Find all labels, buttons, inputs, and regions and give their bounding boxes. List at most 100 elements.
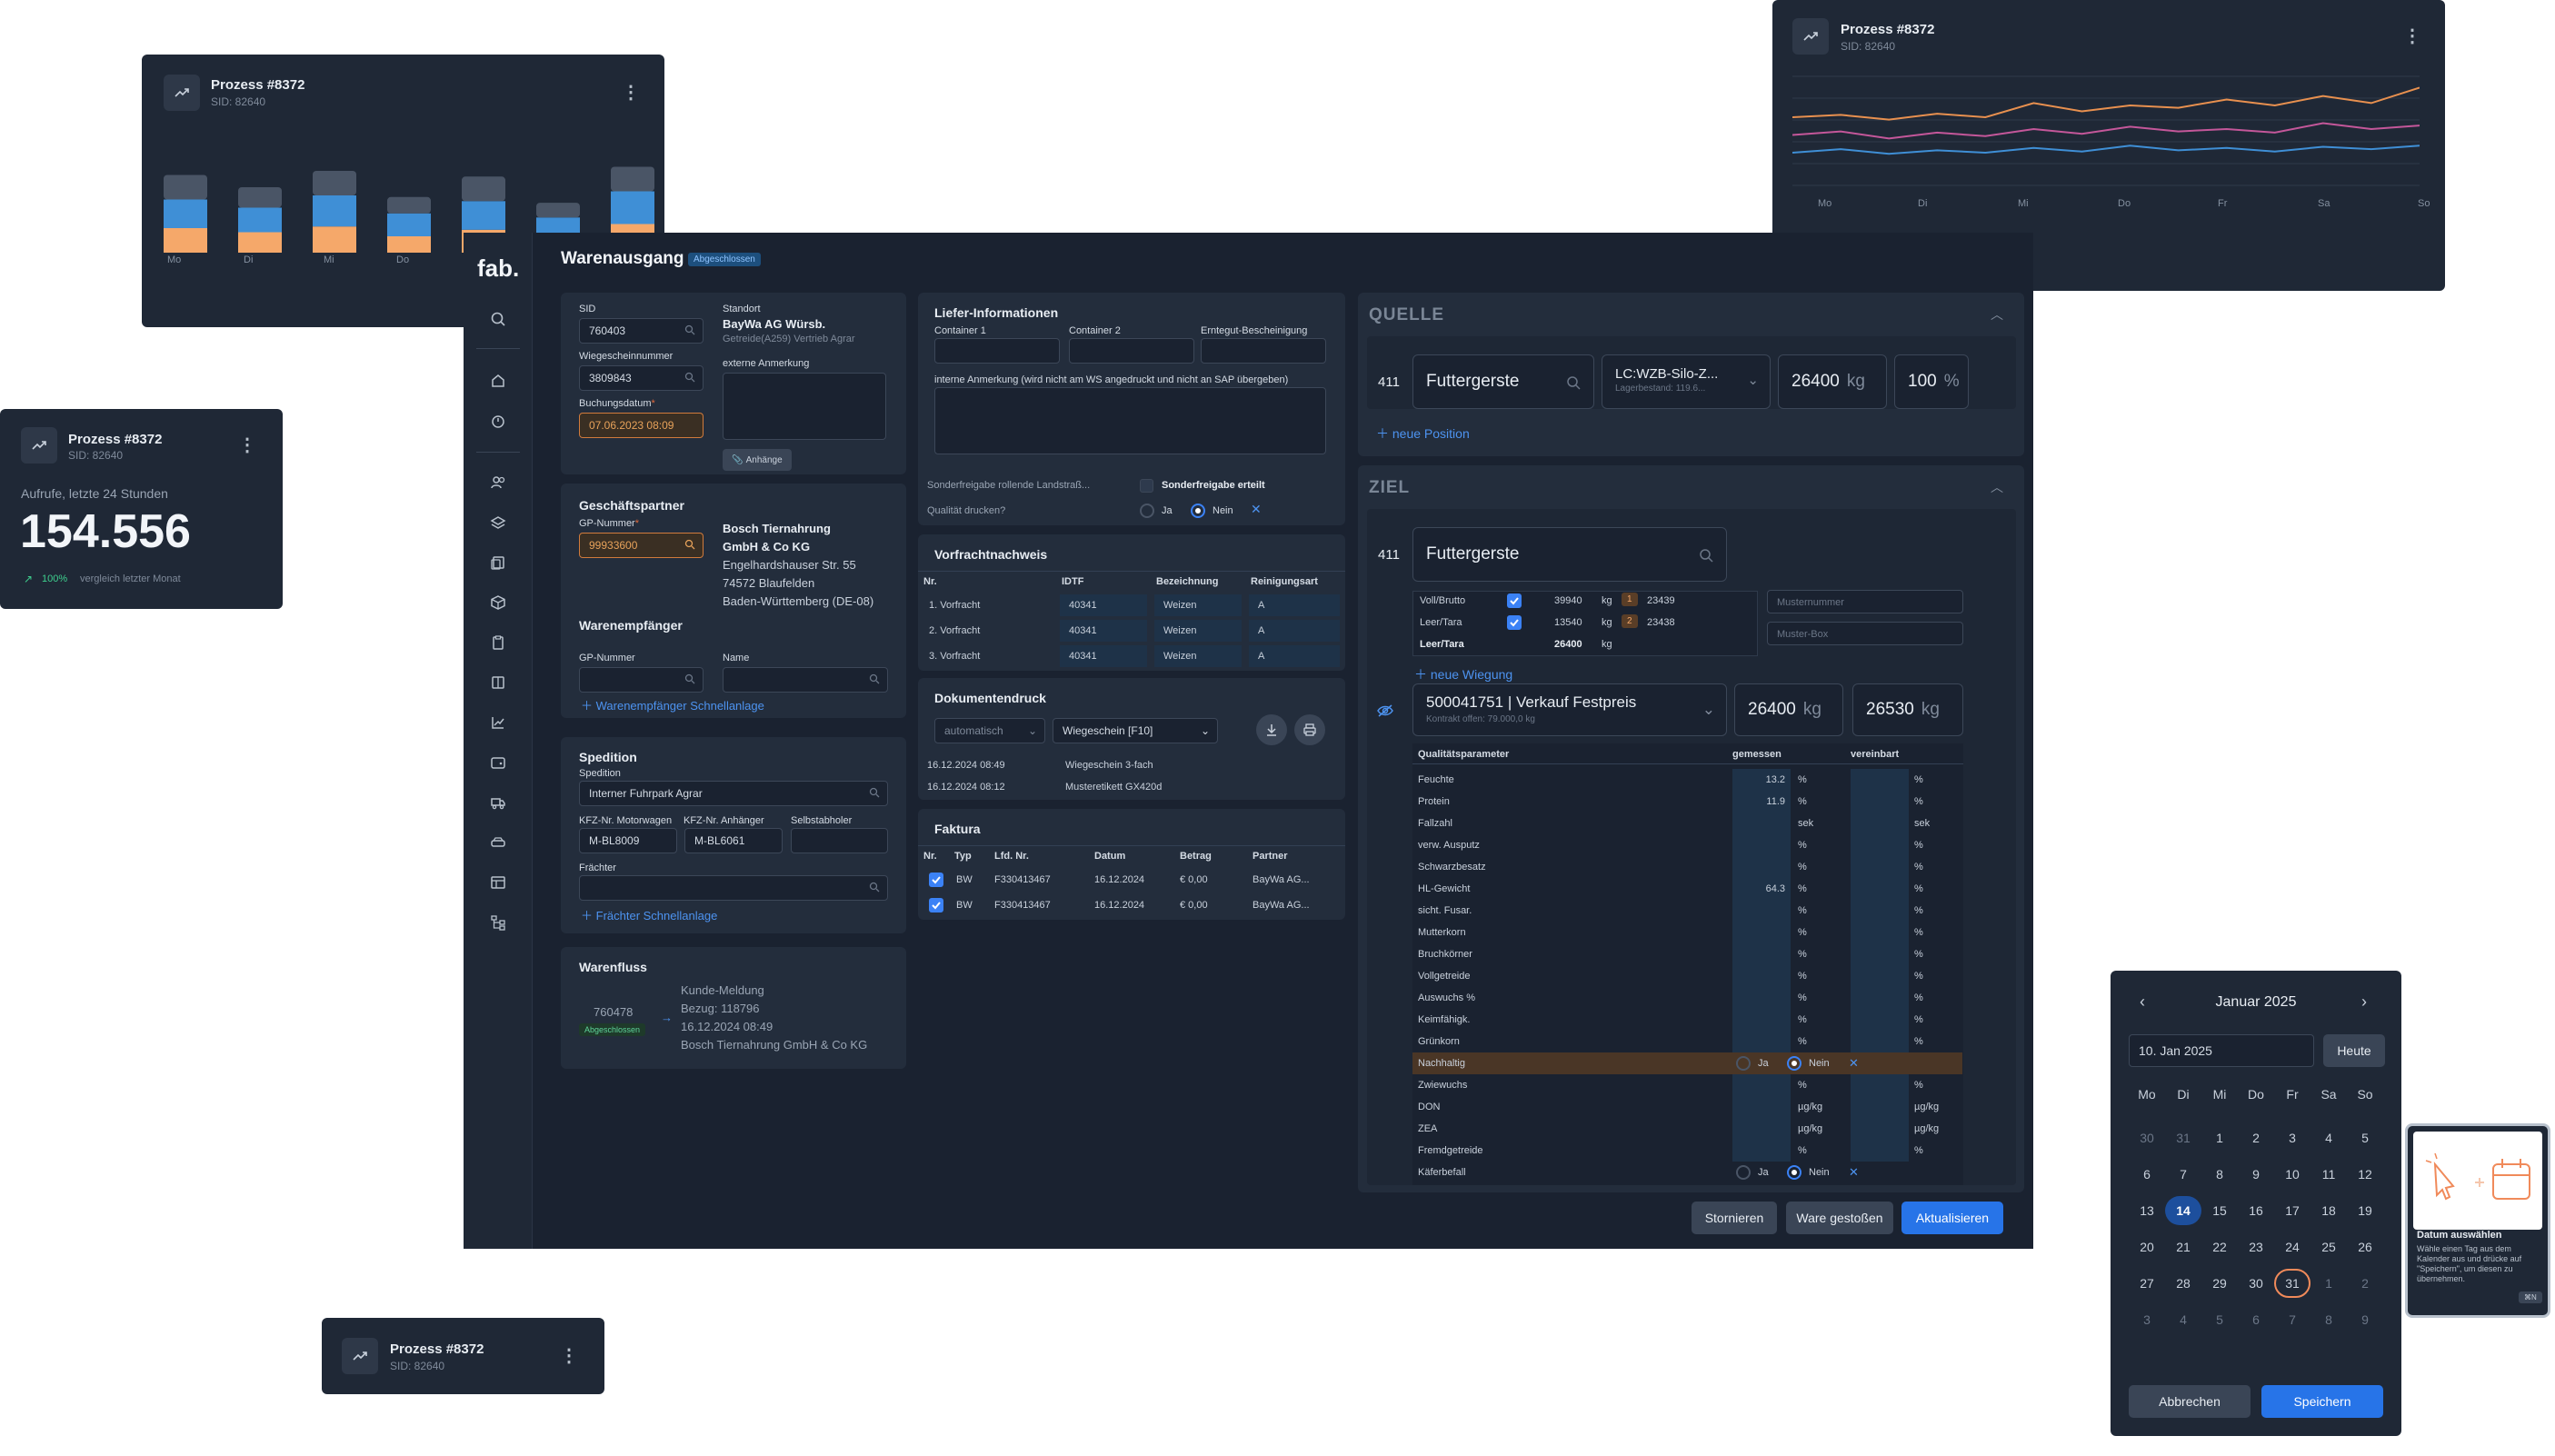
ja-radio[interactable] (1736, 1056, 1751, 1071)
container1-input[interactable] (934, 338, 1060, 364)
anhaenge-button[interactable]: 📎 Anhänge (723, 449, 792, 471)
vereinbart-input[interactable] (1851, 1118, 1909, 1140)
calendar-day[interactable]: 20 (2129, 1232, 2165, 1262)
chevron-up-icon[interactable]: ︿ (1991, 478, 2003, 496)
wiegung-checkbox[interactable] (1507, 593, 1522, 608)
calendar-day[interactable]: 12 (2347, 1160, 2383, 1189)
neue-wiegung-link[interactable]: ＋ neue Wiegung (1414, 665, 1512, 683)
gemessen-input[interactable] (1732, 943, 1791, 965)
quelle-lager-select[interactable]: LC:WZB-Silo-Z... Lagerbestand: 119.6... ⌄ (1602, 354, 1771, 409)
calendar-day[interactable]: 30 (2238, 1269, 2274, 1298)
calendar-day[interactable]: 24 (2274, 1232, 2310, 1262)
vereinbart-input[interactable] (1851, 965, 1909, 987)
vereinbart-input[interactable] (1851, 922, 1909, 943)
ext-anmerkung-textarea[interactable] (723, 373, 886, 440)
we-gp-input[interactable] (579, 667, 704, 693)
vereinbart-input[interactable] (1851, 1074, 1909, 1096)
vereinbart-input[interactable] (1851, 1009, 1909, 1031)
wiegung-ref[interactable]: 23438 (1647, 617, 1675, 628)
truck-icon[interactable] (480, 784, 516, 821)
nein-radio[interactable] (1787, 1056, 1801, 1071)
sid-input[interactable]: 760403 (579, 318, 704, 344)
calendar-day[interactable]: 6 (2238, 1305, 2274, 1334)
calendar-day[interactable]: 2 (2347, 1269, 2383, 1298)
gemessen-input[interactable] (1732, 965, 1791, 987)
calendar-day[interactable]: 30 (2129, 1123, 2165, 1152)
calendar-day[interactable]: 3 (2129, 1305, 2165, 1334)
gemessen-input[interactable] (1732, 922, 1791, 943)
vereinbart-input[interactable] (1851, 943, 1909, 965)
gemessen-input[interactable] (1732, 1074, 1791, 1096)
calendar-day[interactable]: 14 (2165, 1196, 2201, 1225)
aktualisieren-button[interactable]: Aktualisieren (1901, 1202, 2003, 1234)
neue-position-link[interactable]: ＋ neue Position (1376, 424, 1470, 443)
clipboard-icon[interactable] (480, 624, 516, 661)
ernte-input[interactable] (1201, 338, 1326, 364)
document-icon[interactable] (480, 544, 516, 581)
vereinbart-input[interactable] (1851, 987, 1909, 1009)
gemessen-input[interactable] (1732, 1031, 1791, 1052)
vereinbart-input[interactable] (1851, 1096, 1909, 1118)
faktura-checkbox[interactable] (929, 873, 943, 887)
clear-icon[interactable]: ✕ (1849, 1165, 1859, 1180)
eye-off-icon[interactable] (1376, 703, 1394, 723)
calendar-day[interactable]: 15 (2201, 1196, 2238, 1225)
kfz-input[interactable]: M-BL8009 (579, 828, 677, 853)
download-icon[interactable] (1256, 714, 1287, 745)
container2-input[interactable] (1069, 338, 1194, 364)
gemessen-input[interactable] (1732, 1096, 1791, 1118)
calendar-day[interactable]: 25 (2310, 1232, 2347, 1262)
wiegung-checkbox[interactable] (1507, 615, 1522, 630)
chevron-right-icon[interactable]: › (2361, 992, 2367, 1012)
druck-mode-select[interactable]: automatisch ⌄ (934, 718, 1045, 743)
calendar-day[interactable]: 7 (2165, 1160, 2201, 1189)
table-icon[interactable] (480, 864, 516, 901)
more-icon[interactable]: ⋮ (560, 1347, 578, 1365)
dokument-name[interactable]: Musteretikett GX420d (1065, 782, 1162, 793)
calendar-day[interactable]: 16 (2238, 1196, 2274, 1225)
more-icon[interactable]: ⋮ (238, 436, 256, 454)
calendar-day[interactable]: 19 (2347, 1196, 2383, 1225)
spedition-input[interactable]: Interner Fuhrpark Agrar (579, 781, 888, 806)
clear-icon[interactable]: ✕ (1251, 502, 1262, 517)
vereinbart-input[interactable] (1851, 1140, 1909, 1162)
print-icon[interactable] (1294, 714, 1325, 745)
vereinbart-input[interactable] (1851, 1031, 1909, 1052)
we-schnellanlage-link[interactable]: ＋ Warenempfänger Schnellanlage (581, 696, 764, 713)
calendar-day[interactable]: 2 (2238, 1123, 2274, 1152)
calendar-day[interactable]: 3 (2274, 1123, 2310, 1152)
gp-input[interactable]: 99933600 (579, 533, 704, 558)
gemessen-input[interactable] (1732, 834, 1791, 856)
vereinbart-input[interactable] (1851, 791, 1909, 813)
abbrechen-button[interactable]: Abbrechen (2129, 1385, 2251, 1418)
calendar-day[interactable]: 31 (2274, 1269, 2310, 1298)
anhaenger-input[interactable]: M-BL6061 (684, 828, 783, 853)
calendar-day[interactable]: 5 (2347, 1123, 2383, 1152)
muster-box-input[interactable]: Muster-Box (1767, 622, 1963, 645)
ja-radio[interactable] (1736, 1165, 1751, 1180)
calendar-day[interactable]: 4 (2310, 1123, 2347, 1152)
gemessen-input[interactable] (1732, 900, 1791, 922)
gemessen-input[interactable] (1732, 987, 1791, 1009)
vereinbart-input[interactable] (1851, 769, 1909, 791)
dokument-name[interactable]: Wiegeschein 3-fach (1065, 760, 1153, 771)
vereinbart-input[interactable] (1851, 834, 1909, 856)
vereinbart-input[interactable] (1851, 900, 1909, 922)
we-name-input[interactable] (723, 667, 888, 693)
calendar-day[interactable]: 4 (2165, 1305, 2201, 1334)
calendar-day[interactable]: 29 (2201, 1269, 2238, 1298)
wiegung-ref[interactable]: 23439 (1647, 595, 1675, 606)
more-icon[interactable]: ⋮ (622, 84, 640, 102)
ziel-artikel-input[interactable]: Futtergerste (1412, 527, 1727, 582)
calendar-day[interactable]: 7 (2274, 1305, 2310, 1334)
wiegeschein-input[interactable]: 3809843 (579, 365, 704, 391)
vereinbart-input[interactable] (1851, 878, 1909, 900)
selbstabholer-input[interactable] (791, 828, 888, 853)
buchung-input[interactable]: 07.06.2023 08:09 (579, 413, 704, 438)
nein-radio[interactable] (1787, 1165, 1801, 1180)
calendar-day[interactable]: 8 (2201, 1160, 2238, 1189)
chart-icon[interactable] (480, 704, 516, 741)
calendar-day[interactable]: 1 (2310, 1269, 2347, 1298)
calendar-day[interactable]: 28 (2165, 1269, 2201, 1298)
ware-gestossen-button[interactable]: Ware gestoßen (1786, 1202, 1893, 1234)
